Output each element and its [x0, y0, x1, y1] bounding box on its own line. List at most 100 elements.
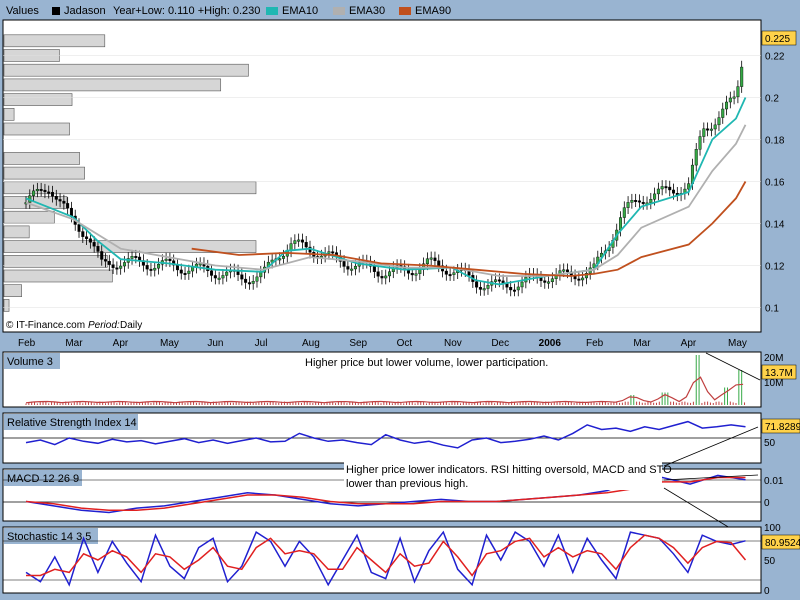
volume-by-price-bar [3, 34, 106, 48]
candle-body [706, 128, 710, 131]
candle-body [709, 128, 713, 131]
candle-body [342, 261, 346, 267]
candle-body [43, 189, 47, 193]
period-value: Daily [120, 320, 142, 331]
candle-body [107, 260, 111, 265]
candle-body [54, 196, 58, 200]
candle-body [698, 136, 702, 150]
candle-body [740, 66, 744, 87]
candle-body [448, 274, 452, 277]
candle-body [562, 269, 566, 272]
period-label: Period: [88, 320, 120, 331]
candle-body [543, 280, 547, 283]
candle-body [516, 286, 520, 291]
price-tick-label: 0.16 [765, 178, 785, 189]
candle-body [240, 274, 244, 280]
volume-by-price-bar [3, 93, 73, 106]
month-label: Dec [491, 338, 509, 349]
candle-body [251, 281, 255, 284]
candle-body [47, 191, 51, 194]
candle-body [429, 257, 433, 260]
price-y-axis: 0.1 0.12 0.14 0.16 0.18 0.2 0.22 [765, 52, 785, 315]
candle-body [244, 278, 248, 283]
candle-body [122, 262, 126, 267]
candle-body [300, 239, 304, 243]
month-label: May [160, 338, 179, 349]
volume-by-price-bar [3, 63, 249, 77]
stock-chart: 0.1 0.12 0.14 0.16 0.18 0.2 0.22 Feb Mar Apr May J… [2, 5, 800, 597]
candle-body [702, 128, 706, 137]
month-axis: Feb Mar Apr May Jun Jul Aug Sep Oct Nov Dec 2006 Feb… [18, 338, 747, 349]
candle-body [384, 275, 388, 279]
price-tick-label: 0.12 [765, 262, 785, 273]
candle-body [414, 273, 418, 276]
candle-body [641, 202, 645, 204]
candle-body [213, 275, 217, 279]
candle-body [346, 266, 350, 270]
candle-body [649, 199, 653, 204]
candle-body [656, 188, 660, 195]
volume-by-price-bar [3, 181, 257, 195]
candle-body [520, 281, 524, 288]
symbol-name: Jadason [64, 5, 106, 17]
candle-body [225, 271, 229, 276]
candle-body [35, 188, 39, 192]
candle-body [653, 193, 657, 200]
source-credit: © IT-Finance.com [6, 320, 85, 331]
month-label: 2006 [539, 338, 562, 349]
volume-annotation: Higher price but lower volume, lower par… [305, 357, 548, 369]
candle-body [96, 246, 100, 252]
volume-by-price-bar [3, 152, 80, 165]
candle-body [664, 186, 668, 189]
candle-body [725, 101, 729, 110]
month-label: Aug [302, 338, 320, 349]
candle-body [619, 217, 623, 231]
candle-body [672, 189, 676, 194]
stochastic-tick-100: 100 [764, 523, 781, 534]
year-range-text: Year+Low: 0.110 +High: 0.230 [113, 5, 260, 17]
candle-body [111, 264, 115, 268]
legend-swatch-ema30 [333, 7, 345, 15]
candle-body [331, 251, 335, 254]
candle-body [210, 270, 214, 276]
candle-body [728, 97, 732, 103]
candle-body [581, 277, 585, 281]
month-label: Jun [207, 338, 223, 349]
candle-body [304, 242, 308, 248]
candle-body [58, 199, 62, 202]
legend-label-ema10: EMA10 [282, 5, 318, 17]
candle-body [637, 200, 641, 203]
candle-body [179, 269, 183, 274]
candle-body [175, 264, 179, 271]
price-tick-label: 0.22 [765, 52, 785, 63]
candle-body [630, 200, 634, 203]
macd-tick-0: 0 [764, 498, 770, 509]
macd-tick-001: 0.01 [764, 476, 784, 487]
volume-by-price-bar [3, 122, 70, 136]
month-label: Apr [681, 338, 697, 349]
candle-body [406, 270, 410, 274]
month-label: Oct [397, 338, 413, 349]
volume-last-value: 13.7M [765, 368, 793, 379]
price-tick-label: 0.1 [765, 304, 779, 315]
candle-body [255, 276, 259, 282]
candle-body [85, 236, 89, 239]
candle-body [444, 270, 448, 275]
price-tick-label: 0.14 [765, 220, 785, 231]
candle-body [694, 149, 698, 166]
candle-body [81, 231, 85, 237]
candle-body [550, 278, 554, 283]
candle-body [145, 265, 149, 270]
candle-body [372, 266, 376, 272]
candle-body [327, 251, 331, 254]
volume-by-price-bar [3, 108, 15, 121]
volume-by-price-bar [3, 210, 55, 224]
last-price-value: 0.225 [765, 34, 790, 45]
candle-body [149, 268, 153, 271]
candle-body [717, 117, 721, 126]
month-label: Mar [633, 338, 651, 349]
indicator-annotation-line1: Higher price lower indicators. RSI hitti… [346, 464, 672, 476]
candle-body [433, 257, 437, 261]
macd-title: MACD 12 26 9 [7, 473, 79, 485]
month-label: Feb [18, 338, 36, 349]
